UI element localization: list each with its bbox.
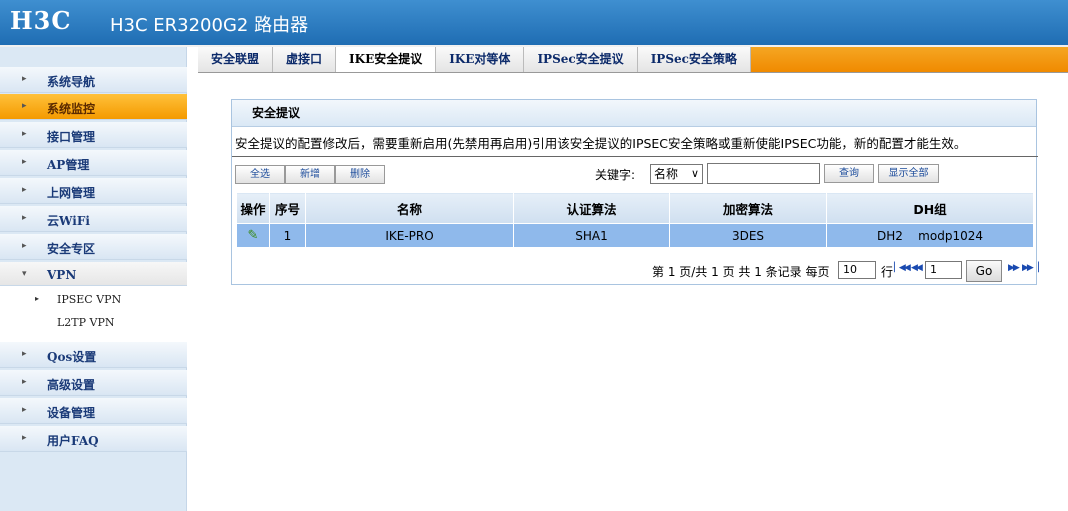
product-title: H3C ER3200G2 路由器 [110, 15, 309, 36]
sidebar-subitem-label: L2TP VPN [57, 316, 115, 329]
proposal-table: 操作 序号 名称 认证算法 加密算法 DH组 ✎ 1 IKE-PRO SHA1 … [236, 192, 1034, 248]
sidebar-item-label: 安全专区 [47, 242, 96, 256]
notice-divider [232, 156, 1038, 157]
cell-index: 1 [269, 223, 306, 248]
sidebar-subitem-l2tp-vpn[interactable]: L2TP VPN [0, 312, 187, 334]
col-header: 加密算法 [669, 192, 827, 224]
config-notice: 安全提议的配置修改后，需要重新启用(先禁用再启用)引用该安全提议的IPSEC安全… [235, 136, 967, 151]
keyword-label: 关键字: [595, 168, 636, 182]
sidebar-item-label: 设备管理 [47, 406, 96, 420]
first-page-icon[interactable]: ▏◀◀ [894, 263, 911, 273]
keyword-input[interactable] [707, 163, 820, 184]
h3c-logo: H3C [10, 6, 72, 35]
tab-ike-proposal[interactable]: IKE安全提议 [336, 47, 437, 72]
keyword-select-value: 名称 [654, 167, 679, 181]
proposal-panel: 安全提议 安全提议的配置修改后，需要重新启用(先禁用再启用)引用该安全提议的IP… [231, 99, 1039, 285]
panel-title: 安全提议 [232, 100, 1036, 127]
edit-cell[interactable]: ✎ [236, 223, 270, 248]
sidebar-item-security[interactable]: ▸ 安全专区 [0, 234, 187, 260]
app-header: H3C H3C ER3200G2 路由器 [0, 0, 1068, 45]
cell-auth: SHA1 [513, 223, 670, 248]
chevron-right-icon: ▸ [22, 405, 27, 415]
sidebar-subitem-label: IPSEC VPN [57, 293, 122, 306]
sidebar-item-vpn[interactable]: ▾ VPN [0, 262, 187, 286]
sidebar-item-label: Qos设置 [47, 350, 97, 364]
chevron-right-icon: ▸ [22, 101, 27, 111]
sidebar-item-ap[interactable]: ▸ AP管理 [0, 150, 187, 176]
chevron-right-icon: ▸ [22, 349, 27, 359]
chevron-right-icon: ▸ [22, 74, 27, 84]
sidebar-item-label: 上网管理 [47, 186, 96, 200]
next-page-icon[interactable]: ▶▶ [1008, 263, 1020, 273]
sidebar-item-label: 高级设置 [47, 378, 96, 392]
sidebar-item-qos[interactable]: ▸ Qos设置 [0, 342, 187, 368]
sidebar-item-label: 系统监控 [47, 102, 96, 116]
sidebar-item-advanced[interactable]: ▸ 高级设置 [0, 370, 187, 396]
query-button[interactable]: 查询 [824, 164, 874, 183]
sidebar-item-label: 接口管理 [47, 130, 96, 144]
table-row[interactable]: ✎ 1 IKE-PRO SHA1 3DES DH2 modp1024 [236, 223, 1034, 248]
cell-encryption: 3DES [669, 223, 827, 248]
tab-bar: 安全联盟 虚接口 IKE安全提议 IKE对等体 IPSec安全提议 IPSec安… [198, 47, 751, 72]
sidebar-item-label: 系统导航 [47, 75, 96, 89]
sidebar-item-device[interactable]: ▸ 设备管理 [0, 398, 187, 424]
sidebar-item-system-monitor[interactable]: ▸ 系统监控 [0, 94, 187, 120]
select-all-button[interactable]: 全选 [235, 165, 285, 184]
tab-virtual-interface[interactable]: 虚接口 [273, 47, 337, 72]
per-page-input[interactable]: 10 [838, 261, 876, 279]
tab-ike-peer[interactable]: IKE对等体 [436, 47, 525, 72]
sidebar-item-interface[interactable]: ▸ 接口管理 [0, 122, 187, 148]
table-header-row: 操作 序号 名称 认证算法 加密算法 DH组 [236, 192, 1034, 224]
vpn-submenu: ▸ IPSEC VPN L2TP VPN [0, 286, 187, 342]
chevron-right-icon: ▸ [22, 213, 27, 223]
sidebar-item-faq[interactable]: ▸ 用户FAQ [0, 426, 187, 452]
cell-dh-group: DH2 modp1024 [826, 223, 1034, 248]
keyword-select[interactable]: 名称 ∨ [650, 164, 703, 184]
sidebar-item-cloud-wifi[interactable]: ▸ 云WiFi [0, 206, 187, 232]
sidebar-item-label: 云WiFi [47, 214, 90, 228]
pencil-icon[interactable]: ✎ [248, 228, 259, 243]
chevron-right-icon: ▸ [22, 241, 27, 251]
sidebar-item-system-nav[interactable]: ▸ 系统导航 [0, 67, 187, 93]
pagination: 第 1 页/共 1 页 共 1 条记录 每页 10 行 ▏◀◀ ◀◀ 1 Go … [652, 260, 1039, 282]
page-input[interactable]: 1 [925, 261, 962, 279]
rows-label: 行 [881, 265, 894, 279]
chevron-right-icon: ▸ [22, 377, 27, 387]
chevron-right-icon: ▸ [35, 294, 40, 303]
sidebar-item-label: VPN [47, 268, 77, 282]
prev-page-icon[interactable]: ◀◀ [911, 263, 923, 273]
tab-divider [198, 72, 1068, 73]
col-header: 名称 [305, 192, 514, 224]
col-header: 序号 [269, 192, 306, 224]
tab-ipsec-proposal[interactable]: IPSec安全提议 [524, 47, 638, 72]
chevron-right-icon: ▸ [22, 185, 27, 195]
sidebar-subitem-ipsec-vpn[interactable]: ▸ IPSEC VPN [0, 289, 187, 311]
cell-name: IKE-PRO [305, 223, 514, 248]
col-header: 操作 [236, 192, 270, 224]
add-button[interactable]: 新增 [285, 165, 335, 184]
pager-info: 第 1 页/共 1 页 共 1 条记录 每页 [652, 265, 830, 279]
col-header: 认证算法 [513, 192, 670, 224]
delete-button[interactable]: 删除 [335, 165, 385, 184]
chevron-down-icon: ∨ [690, 167, 699, 180]
sidebar-item-internet[interactable]: ▸ 上网管理 [0, 178, 187, 204]
chevron-right-icon: ▸ [22, 433, 27, 443]
show-all-button[interactable]: 显示全部 [878, 164, 939, 183]
go-button[interactable]: Go [966, 260, 1002, 282]
chevron-right-icon: ▸ [22, 129, 27, 139]
sidebar: ▸ 系统导航 ▸ 系统监控 ▸ 接口管理 ▸ AP管理 ▸ 上网管理 ▸ 云Wi… [0, 47, 187, 511]
sidebar-item-label: 用户FAQ [47, 434, 99, 448]
chevron-down-icon: ▾ [22, 269, 27, 279]
sidebar-item-label: AP管理 [47, 158, 90, 172]
tab-ipsec-policy[interactable]: IPSec安全策略 [637, 47, 751, 72]
chevron-right-icon: ▸ [22, 157, 27, 167]
last-page-icon[interactable]: ▶▶▕ [1022, 263, 1039, 273]
col-header: DH组 [826, 192, 1034, 224]
tab-security-association[interactable]: 安全联盟 [198, 47, 274, 72]
